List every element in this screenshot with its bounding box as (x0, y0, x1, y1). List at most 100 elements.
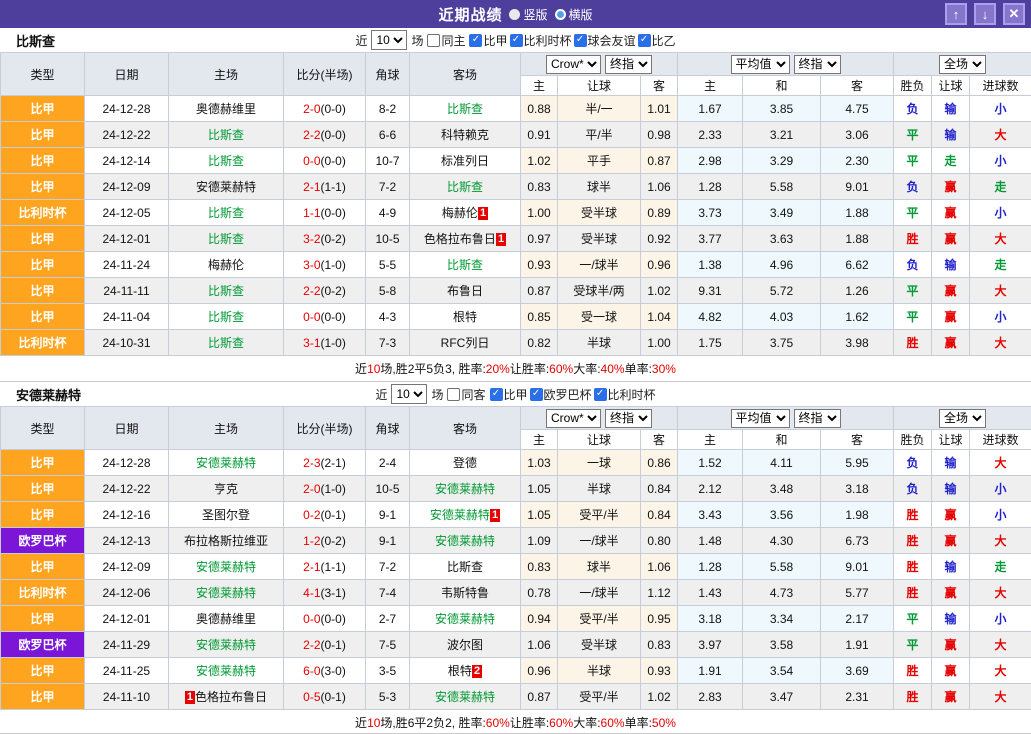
avg-away-cell: 2.17 (821, 606, 894, 632)
match-row: 比甲24-12-01奥德赫维里0-0(0-0)2-7安德莱赫特0.94受平/半0… (1, 606, 1031, 632)
corners-cell: 5-3 (366, 684, 410, 710)
same-venue-checkbox[interactable] (447, 388, 460, 401)
result-goals-cell: 走 (970, 174, 1031, 200)
team-label: 安德莱赫特 (196, 180, 256, 194)
league-checkbox[interactable]: ✓ (490, 388, 503, 401)
result-indicator: 负 (907, 180, 919, 194)
average-stage-select[interactable]: 终指 (794, 409, 841, 428)
summary-value: 50% (652, 716, 676, 730)
bookmaker-select[interactable]: Crow* (546, 55, 601, 74)
result-wdl-cell: 胜 (894, 658, 932, 684)
col-header-result-goals: 进球数 (970, 76, 1031, 96)
team-label: 安德莱赫特 (196, 456, 256, 470)
layout-radio-horizontal[interactable]: 横版 (555, 6, 593, 23)
same-venue-filter: 同主 (427, 32, 465, 49)
average-select[interactable]: 平均值 (731, 409, 790, 428)
close-button[interactable]: ✕ (1003, 3, 1025, 25)
score-cell: 1-1(0-0) (284, 200, 366, 226)
handicap-cell: 平/半 (558, 122, 641, 148)
home-team-cell: 安德莱赫特 (169, 450, 284, 476)
league-checkbox[interactable]: ✓ (469, 34, 482, 47)
result-indicator: 胜 (907, 690, 919, 704)
col-header-avg-home: 主 (678, 76, 743, 96)
league-checkbox[interactable]: ✓ (510, 34, 523, 47)
odds-home-cell: 0.97 (521, 226, 558, 252)
team-label: 梅赫伦 (442, 206, 478, 220)
result-handicap-cell: 赢 (932, 200, 970, 226)
score-cell: 4-1(3-1) (284, 580, 366, 606)
date-cell: 24-12-09 (85, 174, 169, 200)
odds-stage-select[interactable]: 终指 (605, 55, 652, 74)
half-time-score: (0-1) (321, 638, 346, 652)
odds-stage-select[interactable]: 终指 (605, 409, 652, 428)
result-indicator: 胜 (907, 586, 919, 600)
panel-title: 近期战绩 (438, 4, 502, 25)
match-row: 比甲24-12-14比斯查0-0(0-0)10-7标准列日1.02平手0.872… (1, 148, 1031, 174)
team-label: 安德莱赫特 (196, 664, 256, 678)
home-team-cell: 安德莱赫特 (169, 174, 284, 200)
result-wdl-cell: 平 (894, 148, 932, 174)
half-time-score: (0-0) (321, 128, 346, 142)
result-wdl-cell: 胜 (894, 580, 932, 606)
avg-away-cell: 5.77 (821, 580, 894, 606)
league-checkbox[interactable]: ✓ (594, 388, 607, 401)
summary-value: 60% (549, 716, 573, 730)
games-count-select[interactable]: 10 (371, 30, 407, 50)
result-goals-cell: 小 (970, 476, 1031, 502)
match-row: 欧罗巴杯24-11-29安德莱赫特2-2(0-1)7-5波尔图1.06受半球0.… (1, 632, 1031, 658)
odds-away-cell: 0.80 (641, 528, 678, 554)
date-cell: 24-12-06 (85, 580, 169, 606)
result-indicator: 小 (995, 102, 1007, 116)
result-handicap-cell: 赢 (932, 528, 970, 554)
odds-home-cell: 0.87 (521, 278, 558, 304)
date-cell: 24-11-11 (85, 278, 169, 304)
avg-away-cell: 4.75 (821, 96, 894, 122)
result-handicap-cell: 输 (932, 554, 970, 580)
move-up-button[interactable]: ↑ (945, 3, 967, 25)
avg-home-cell: 1.48 (678, 528, 743, 554)
result-goals-cell: 大 (970, 278, 1031, 304)
avg-away-cell: 1.88 (821, 200, 894, 226)
odds-home-cell: 0.91 (521, 122, 558, 148)
summary-text: 让胜率: (510, 714, 549, 731)
col-header-odds-away: 客 (641, 430, 678, 450)
league-checkbox[interactable]: ✓ (638, 34, 651, 47)
same-venue-checkbox[interactable] (427, 34, 440, 47)
layout-radio-vertical[interactable]: 竖版 (509, 6, 547, 23)
team-label: 比斯查 (208, 232, 244, 246)
col-header-away: 客场 (410, 407, 521, 450)
move-down-button[interactable]: ↓ (974, 3, 996, 25)
result-indicator: 大 (995, 128, 1007, 142)
league-cell: 比甲 (1, 278, 85, 304)
games-count-select[interactable]: 10 (391, 384, 427, 404)
bookmaker-select[interactable]: Crow* (546, 409, 601, 428)
summary-value: 10 (367, 716, 380, 730)
handicap-cell: 半球 (558, 476, 641, 502)
scope-select[interactable]: 全场 (939, 409, 986, 428)
date-cell: 24-12-13 (85, 528, 169, 554)
result-indicator: 输 (945, 560, 957, 574)
league-filter: ✓比甲 (490, 386, 528, 403)
home-team-cell: 1色格拉布鲁日 (169, 684, 284, 710)
corners-cell: 9-1 (366, 528, 410, 554)
handicap-cell: 受平/半 (558, 684, 641, 710)
average-select[interactable]: 平均值 (731, 55, 790, 74)
matches-table: 类型 日期 主场 比分(半场) 角球 客场 Crow*终指 平均值终指 全场 (0, 52, 1031, 356)
summary-text: 大率: (573, 360, 600, 377)
team-label: 比斯查 (208, 128, 244, 142)
result-indicator: 赢 (945, 206, 957, 220)
result-handicap-cell: 赢 (932, 226, 970, 252)
avg-draw-cell: 3.75 (743, 330, 821, 356)
odds-group-header: Crow*终指 (521, 407, 678, 430)
red-card-badge: 1 (490, 509, 500, 522)
league-checkbox[interactable]: ✓ (574, 34, 587, 47)
average-stage-select[interactable]: 终指 (794, 55, 841, 74)
league-checkbox[interactable]: ✓ (530, 388, 543, 401)
scope-select[interactable]: 全场 (939, 55, 986, 74)
full-time-score: 0-5 (303, 690, 320, 704)
window-buttons: ↑ ↓ ✕ (945, 3, 1025, 25)
corners-cell: 5-8 (366, 278, 410, 304)
summary-text: 场,胜2平5负3, 胜率: (380, 360, 485, 377)
full-time-score: 2-0 (303, 102, 320, 116)
full-time-score: 1-1 (303, 206, 320, 220)
